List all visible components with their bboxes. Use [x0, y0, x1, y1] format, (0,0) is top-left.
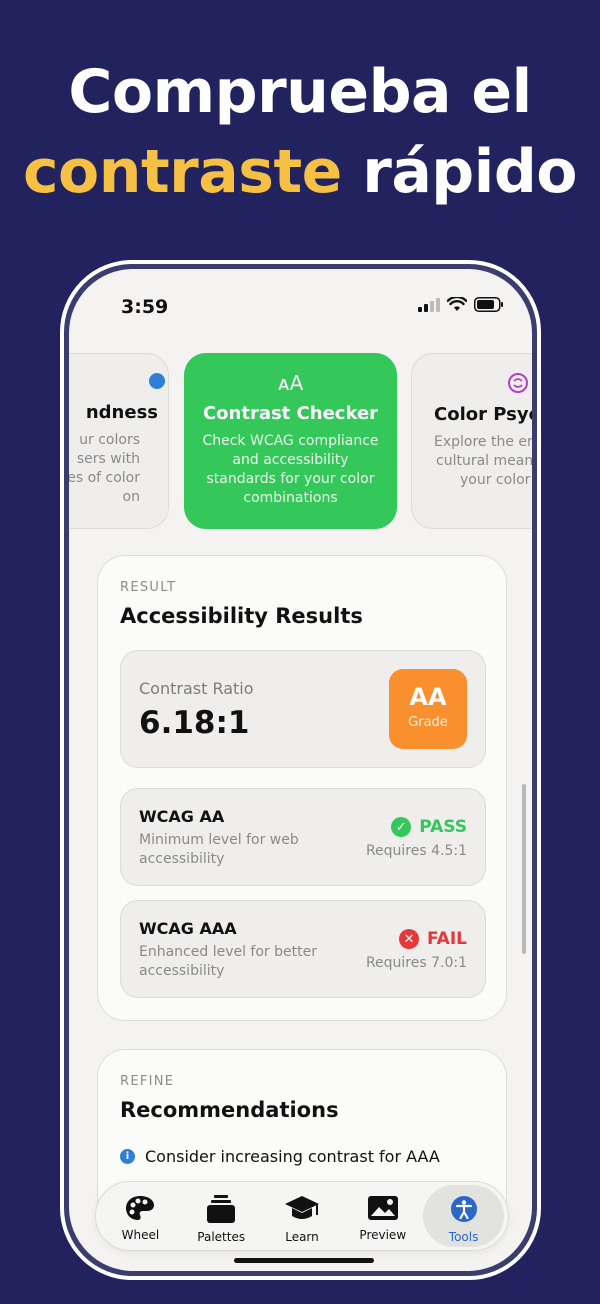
tool-card-contrast-checker[interactable]: ᴀA Contrast Checker Check WCAG complianc… [184, 353, 397, 529]
level-status-text: PASS [419, 817, 467, 837]
scrollbar[interactable] [522, 784, 526, 954]
headline-line-2-rest: rápido [341, 137, 577, 207]
stack-icon [207, 1195, 236, 1223]
desc-line: sers with [76, 451, 140, 467]
grade-label: Grade [408, 715, 448, 730]
home-indicator [234, 1258, 374, 1263]
contrast-ratio-label: Contrast Ratio [139, 679, 254, 698]
level-name: WCAG AAA [139, 919, 237, 938]
level-status-text: FAIL [427, 929, 467, 949]
status-time: 3:59 [121, 296, 169, 318]
phone-frame: 3:59 ndness ur colors sers with es of co… [60, 260, 541, 1280]
accessibility-icon [450, 1196, 477, 1222]
tab-label: Wheel [121, 1228, 160, 1242]
text-size-icon: ᴀA [277, 371, 304, 395]
contrast-ratio-card: Contrast Ratio 6.18:1 AA Grade [120, 650, 486, 768]
cellular-signal-icon [418, 297, 440, 312]
level-description: Enhanced level for better accessibility [139, 944, 317, 979]
tool-card-desc: Explore the em cultural meanin your colo… [434, 433, 532, 490]
grade-badge: AA Grade [389, 669, 467, 749]
section-title: Recommendations [120, 1098, 339, 1122]
check-circle-icon: ✓ [391, 817, 412, 837]
tab-label: Preview [359, 1228, 407, 1242]
level-status: ✓ PASS [391, 817, 467, 837]
tab-learn[interactable]: Learn [262, 1185, 343, 1247]
info-icon: i [120, 1149, 135, 1164]
battery-icon [474, 297, 503, 312]
phone-screen: 3:59 ndness ur colors sers with es of co… [69, 269, 532, 1271]
section-eyebrow: RESULT [120, 580, 177, 595]
level-requirement: Requires 7.0:1 [365, 955, 467, 971]
marketing-headline: Comprueba el contraste rápido [0, 52, 600, 212]
desc-line: your color c [460, 472, 532, 488]
wifi-icon [447, 297, 467, 311]
tab-label: Palettes [197, 1230, 246, 1244]
tool-card-desc: ur colors sers with es of color on [69, 431, 158, 507]
tab-tools[interactable]: Tools [423, 1185, 504, 1247]
tool-card-color-blindness[interactable]: ndness ur colors sers with es of color o… [69, 353, 169, 529]
wcag-aa-card: WCAG AA Minimum level for web accessibil… [120, 788, 486, 886]
level-name: WCAG AA [139, 807, 225, 826]
palette-icon [126, 1196, 155, 1220]
desc-line: es of color [69, 470, 140, 486]
tab-preview[interactable]: Preview [342, 1185, 423, 1247]
results-panel: RESULT Accessibility Results Contrast Ra… [97, 555, 507, 1021]
tool-card-desc: Check WCAG compliance and accessibility … [202, 433, 379, 506]
tab-wheel[interactable]: Wheel [100, 1185, 181, 1247]
tab-bar: Wheel Palettes Learn Preview Tools [95, 1181, 509, 1251]
tab-palettes[interactable]: Palettes [181, 1185, 262, 1247]
tool-card-title: Color Psyc [434, 404, 532, 425]
level-requirement: Requires 4.5:1 [365, 843, 467, 859]
status-bar: 3:59 [69, 269, 532, 349]
headline-line-1: Comprueba el [68, 57, 532, 127]
section-title: Accessibility Results [120, 604, 363, 628]
section-eyebrow: REFINE [120, 1074, 175, 1089]
level-description: Minimum level for web accessibility [139, 832, 299, 867]
brain-icon [508, 373, 528, 393]
wcag-aaa-card: WCAG AAA Enhanced level for better acces… [120, 900, 486, 998]
status-icons [418, 297, 504, 312]
desc-line: Explore the em [434, 434, 532, 450]
recommendation-item: i Consider increasing contrast for AAA [120, 1146, 465, 1168]
grade-value: AA [409, 683, 447, 711]
desc-line: ur colors [79, 432, 140, 448]
tool-card-title: ndness [85, 402, 158, 423]
tool-card-title: Contrast Checker [202, 403, 379, 424]
level-status: ✕ FAIL [399, 929, 467, 949]
tool-card-color-psychology[interactable]: Color Psyc Explore the em cultural meani… [411, 353, 532, 529]
tool-carousel: ndness ur colors sers with es of color o… [69, 349, 532, 534]
desc-line: cultural meanin [436, 453, 532, 469]
desc-line: on [122, 489, 140, 505]
photo-icon [367, 1196, 398, 1220]
headline-line-2: contraste rápido [0, 132, 600, 212]
eye-icon [149, 373, 165, 389]
recommendation-text: Consider increasing contrast for AAA [145, 1147, 440, 1166]
graduation-cap-icon [284, 1196, 319, 1219]
tab-label: Tools [448, 1230, 479, 1244]
headline-accent: contraste [22, 137, 342, 207]
tab-label: Learn [285, 1230, 319, 1244]
contrast-ratio-value: 6.18:1 [139, 705, 250, 741]
x-circle-icon: ✕ [399, 929, 420, 949]
